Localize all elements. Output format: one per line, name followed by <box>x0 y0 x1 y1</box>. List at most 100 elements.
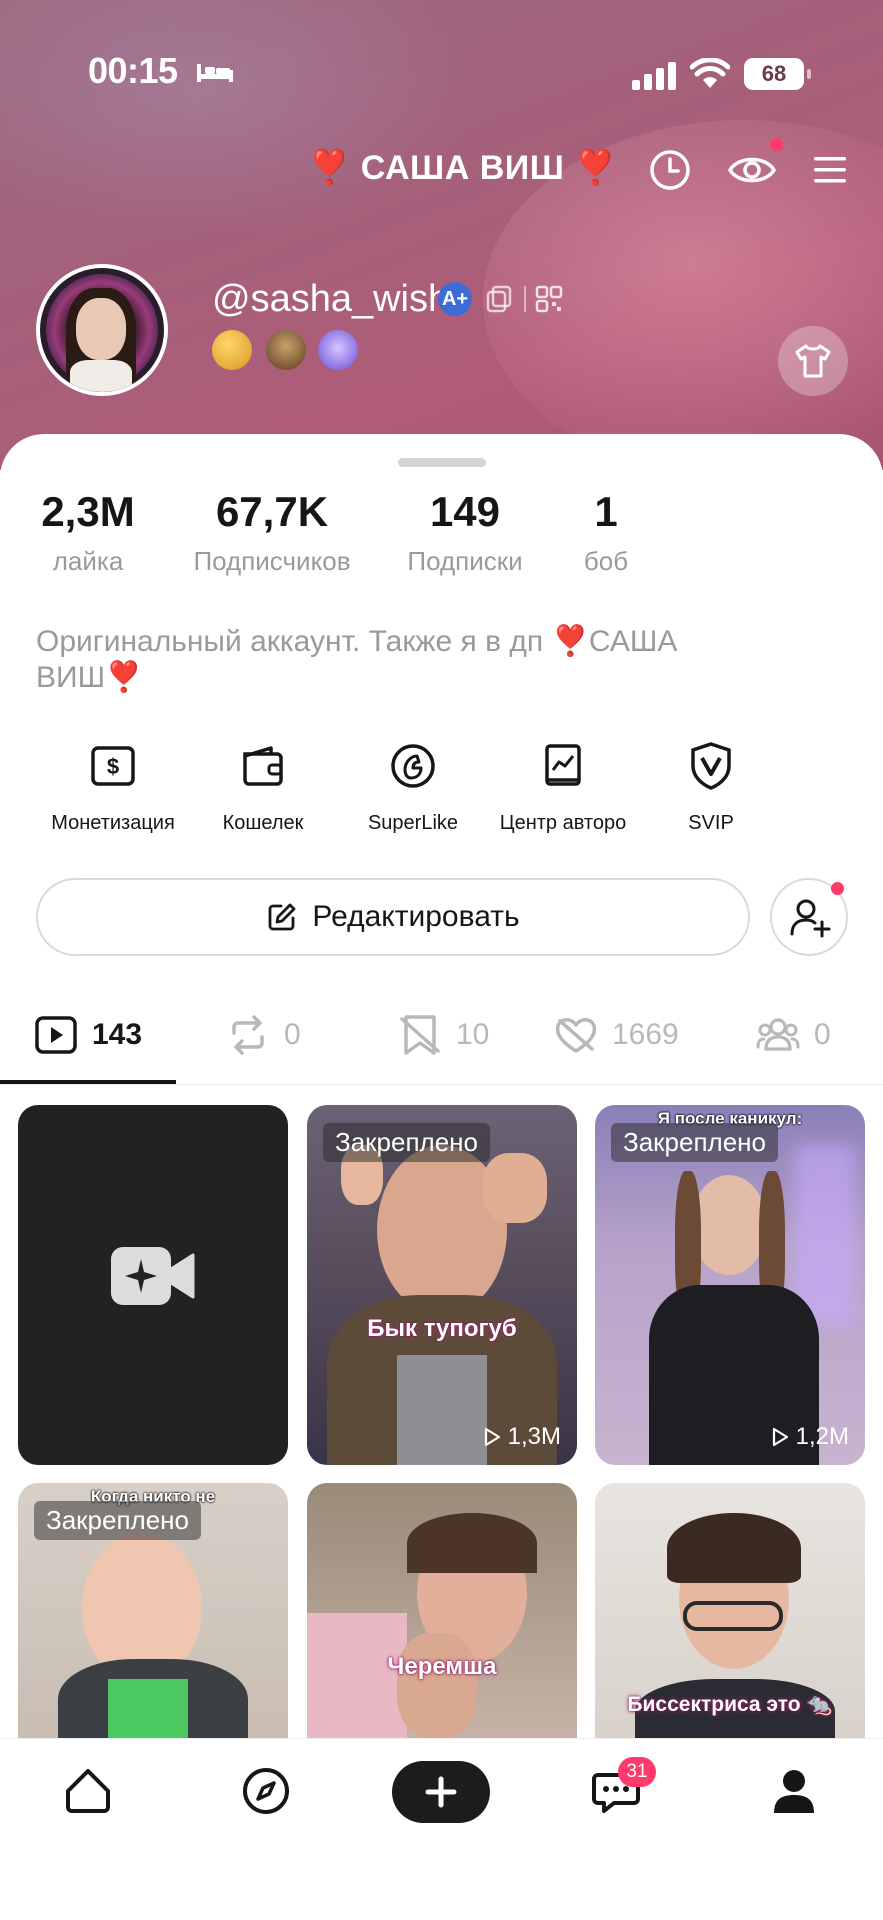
tool-label: SVIP <box>688 812 734 834</box>
tab-favorites[interactable]: 10 <box>398 1010 489 1060</box>
tool-creator-center[interactable]: Центр авторо <box>488 740 638 835</box>
video-thumbnail-glasses <box>683 1601 783 1631</box>
status-time: 00:15 <box>88 50 178 91</box>
tab-videos[interactable]: 143 <box>34 1010 142 1060</box>
bookmark-icon <box>400 1015 440 1055</box>
add-friend-button[interactable] <box>770 878 848 956</box>
stat-value: 67,7K <box>215 488 329 535</box>
divider <box>524 286 526 312</box>
tool-label: Монетизация <box>51 812 175 834</box>
video-tile[interactable]: Черемша <box>307 1483 577 1738</box>
wallet-icon <box>243 746 283 786</box>
stat-label: лайка <box>52 546 124 576</box>
tab-count: 0 <box>284 1018 301 1051</box>
stat-following[interactable]: 149 Подписки <box>398 488 532 577</box>
home-icon[interactable] <box>62 1765 114 1817</box>
create-video-tile[interactable] <box>18 1105 288 1465</box>
visitors-eye-icon[interactable] <box>728 148 776 192</box>
edit-icon <box>268 903 296 931</box>
outfit-button[interactable] <box>778 326 848 396</box>
stat-bobs[interactable]: 1 боб <box>574 488 638 577</box>
add-friend-notification-dot <box>831 882 844 895</box>
header-decor <box>0 0 480 240</box>
add-user-icon <box>790 899 831 938</box>
stat-label: Подписчиков <box>193 546 351 576</box>
avatar-shirt <box>70 360 132 392</box>
video-thumbnail-face <box>691 1175 767 1275</box>
tool-label: SuperLike <box>367 812 459 834</box>
plus-icon <box>425 1776 457 1808</box>
avatar[interactable] <box>36 264 168 396</box>
edit-profile-label: Редактировать <box>312 900 520 933</box>
tool-superlike[interactable]: SuperLike <box>338 740 488 835</box>
play-icon <box>484 1427 500 1447</box>
view-count: 1,3M <box>482 1423 561 1451</box>
svg-text:$: $ <box>107 754 119 779</box>
verified-badge: A+ <box>438 282 472 316</box>
tab-count: 1669 <box>612 1018 679 1051</box>
explore-compass-icon[interactable] <box>240 1765 292 1817</box>
video-tile[interactable]: Биссектриса это 🐀 <box>595 1483 865 1738</box>
divider <box>0 1084 883 1085</box>
messages-badge: 31 <box>618 1757 656 1787</box>
stat-likes[interactable]: 2,3M лайка <box>36 488 140 577</box>
page-title: ❣️ САША ВИШ ❣️ <box>308 149 618 187</box>
battery-indicator: 68 <box>744 58 811 90</box>
history-icon[interactable] <box>648 148 692 192</box>
video-tile[interactable]: Когда никто не Закреплено <box>18 1483 288 1738</box>
bottom-navigation: 31 <box>0 1738 883 1920</box>
edit-profile-button[interactable]: Редактировать <box>36 878 750 956</box>
view-count-value: 1,3M <box>507 1423 561 1450</box>
video-thumbnail-hair <box>667 1513 801 1583</box>
tab-likes[interactable]: 1669 <box>554 1010 679 1060</box>
tab-count: 0 <box>814 1018 831 1051</box>
profile-bio: Оригинальный аккаунт. Также я в дп ❣️САШ… <box>36 625 678 694</box>
dollar-icon: $ <box>91 746 135 786</box>
profile-icon[interactable] <box>768 1765 820 1817</box>
wifi-icon <box>690 58 730 88</box>
tool-svip[interactable]: SVIP <box>636 740 786 835</box>
visitors-notification-dot <box>770 138 783 151</box>
create-post-button[interactable] <box>392 1761 490 1823</box>
tool-label: Центр авторо <box>499 812 627 834</box>
video-thumbnail-hands <box>397 1633 477 1738</box>
stat-followers[interactable]: 67,7K Подписчиков <box>182 488 362 577</box>
cellular-signal-icon <box>632 62 676 90</box>
view-count: 1,2M <box>770 1423 849 1451</box>
tshirt-icon <box>795 344 831 378</box>
stat-label: Подписки <box>407 546 523 576</box>
video-caption: Бык тупогуб <box>367 1315 517 1342</box>
svip-icon <box>691 742 731 790</box>
copy-icon[interactable] <box>484 284 514 314</box>
sheet-grabber[interactable] <box>398 458 486 467</box>
video-caption: Черемша <box>387 1653 497 1680</box>
tab-friends[interactable]: 0 <box>756 1010 831 1060</box>
stat-value: 1 <box>594 488 618 535</box>
tool-monetization[interactable]: $ Монетизация <box>38 740 188 835</box>
video-tile[interactable]: Закреплено Бык тупогуб 1,3M <box>307 1105 577 1465</box>
pinned-label: Закреплено <box>323 1123 490 1162</box>
repost-icon <box>232 1015 264 1055</box>
video-camera-icon <box>111 1247 195 1305</box>
play-icon <box>35 1016 77 1054</box>
rank-badge-icon[interactable] <box>266 330 306 370</box>
view-count-value: 1,2M <box>795 1423 849 1450</box>
crystal-badge-icon[interactable] <box>318 330 358 370</box>
video-thumbnail-shirt <box>397 1355 487 1465</box>
tool-label: Кошелек <box>222 812 304 834</box>
video-tile[interactable]: Я после каникул: Закреплено 1,2M <box>595 1105 865 1465</box>
pinned-label: Закреплено <box>611 1123 778 1162</box>
tab-count: 143 <box>92 1018 143 1051</box>
qr-code-icon[interactable] <box>534 284 564 314</box>
play-icon <box>772 1427 788 1447</box>
menu-icon[interactable] <box>812 148 848 192</box>
stat-label: боб <box>583 546 629 576</box>
tool-wallet[interactable]: Кошелек <box>188 740 338 835</box>
avatar-face <box>76 298 126 360</box>
creator-center-icon <box>545 744 581 786</box>
username[interactable]: @sasha_wish <box>212 278 449 321</box>
gold-badge-icon[interactable] <box>212 330 252 370</box>
video-thumbnail-hand <box>483 1153 547 1223</box>
tab-reposts[interactable]: 0 <box>226 1010 301 1060</box>
status-bar: 00:15 68 <box>0 48 883 98</box>
